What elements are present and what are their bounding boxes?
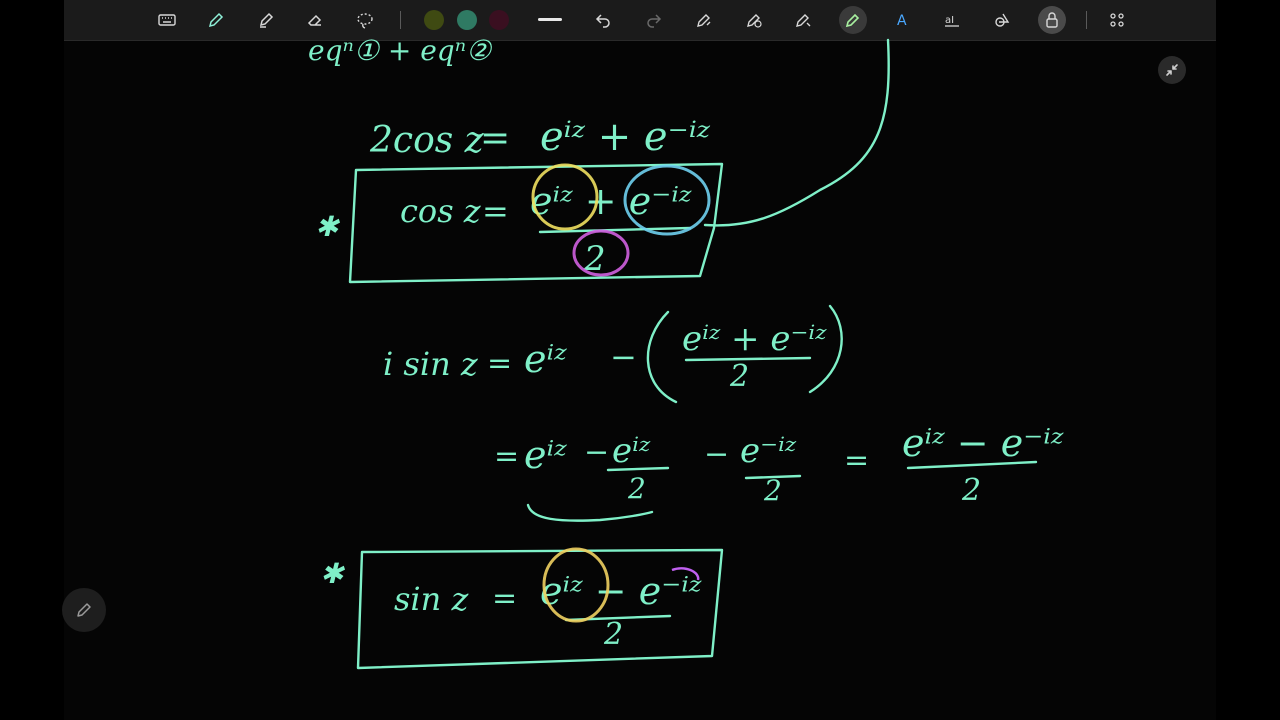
svg-text:2: 2 [603,617,623,652]
svg-text:−: − [704,437,729,472]
svg-text:2: 2 [729,359,749,394]
equation-2cosz: 2cos z = eⁱᶻ + e⁻ⁱᶻ [369,114,711,161]
svg-text:e⁻ⁱᶻ: e⁻ⁱᶻ [740,431,797,471]
svg-text:eⁱᶻ + e⁻ⁱᶻ: eⁱᶻ + e⁻ⁱᶻ [540,114,711,160]
svg-text:2: 2 [627,472,646,505]
svg-text:✱: ✱ [320,557,346,590]
svg-text:eⁱᶻ − e⁻ⁱᶻ: eⁱᶻ − e⁻ⁱᶻ [902,421,1064,465]
svg-text:2: 2 [961,473,981,508]
svg-text:2: 2 [763,474,782,507]
equation-isinz: i sin z = eⁱᶻ − eⁱᶻ + e⁻ⁱᶻ 2 [383,304,843,404]
pencil-icon [77,603,91,617]
svg-text:2cos z: 2cos z [369,120,485,161]
svg-text:sin z: sin z [394,580,469,618]
boxed-sinz-formula: ✱ sin z = eⁱᶻ − e⁻ⁱᶻ 2 [320,547,724,670]
connector-curve [703,38,890,227]
svg-text:=: = [480,118,510,159]
floating-pen-button[interactable] [62,588,106,632]
svg-text:eⁱᶻ: eⁱᶻ [524,433,567,477]
svg-text:−: − [584,435,609,470]
svg-text:eⁱᶻ: eⁱᶻ [612,431,651,471]
svg-text:eⁱᶻ + e⁻ⁱᶻ: eⁱᶻ + e⁻ⁱᶻ [682,319,827,359]
equation-expansion: = eⁱᶻ − eⁱᶻ 2 − e⁻ⁱᶻ 2 = eⁱᶻ − e⁻ⁱᶻ 2 [494,421,1064,522]
fragment-equations: eqⁿ① + eqⁿ② [308,34,493,67]
svg-text:=: = [482,192,509,230]
svg-text:cos z: cos z [400,192,482,230]
svg-text:i sin z: i sin z [383,345,479,383]
svg-text:=: = [844,443,869,478]
svg-text:eⁱᶻ: eⁱᶻ [524,337,567,381]
boxed-cosz-formula: ✱ cos z = eⁱᶻ + e⁻ⁱᶻ 2 [315,162,724,284]
svg-text:=: = [494,439,519,474]
handwriting-layer: eqⁿ① + eqⁿ② 2cos z = eⁱᶻ + e⁻ⁱᶻ ✱ cos z … [308,34,1064,670]
svg-text:=: = [487,346,512,381]
svg-text:eⁱᶻ − e⁻ⁱᶻ: eⁱᶻ − e⁻ⁱᶻ [540,569,702,613]
svg-text:✱: ✱ [315,210,341,243]
svg-text:=: = [492,581,517,616]
collapse-arrows-icon [1166,64,1178,76]
collapse-button[interactable] [1158,56,1186,84]
svg-text:eⁱᶻ + e⁻ⁱᶻ: eⁱᶻ + e⁻ⁱᶻ [530,179,692,223]
svg-text:−: − [610,338,637,376]
